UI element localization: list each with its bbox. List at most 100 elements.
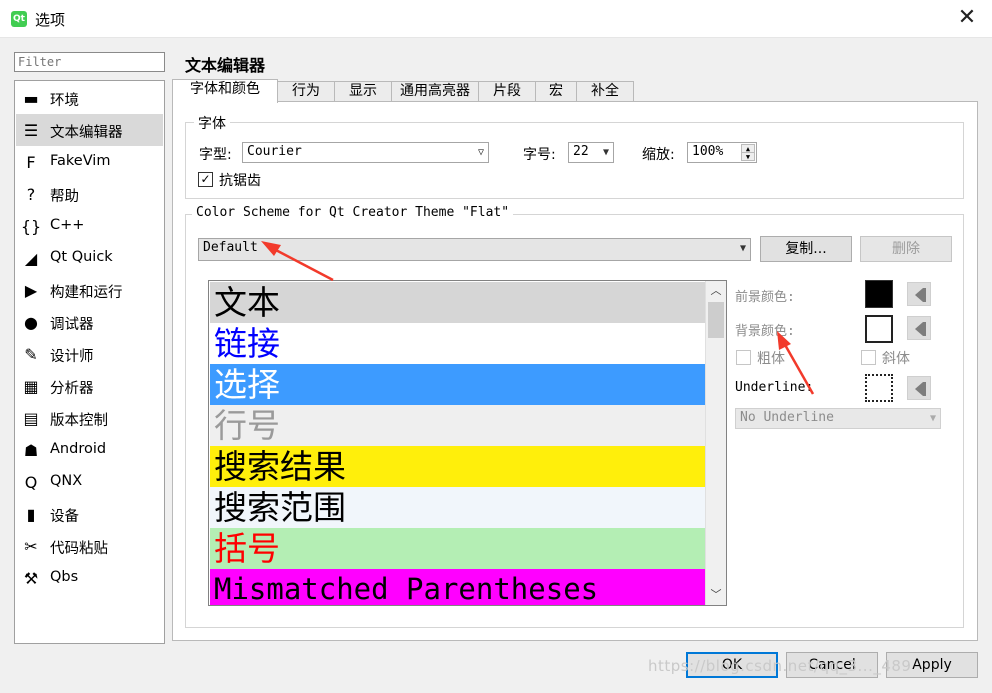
qnx-icon: Q: [24, 472, 38, 492]
debugger-icon: ●: [24, 312, 38, 332]
page-title: 文本编辑器: [185, 56, 266, 75]
tab[interactable]: 片段: [478, 81, 536, 102]
scheme-item[interactable]: 行号: [210, 405, 705, 446]
scroll-thumb[interactable]: [708, 302, 724, 338]
chevron-down-icon: ▼: [929, 413, 936, 424]
sidebar-item[interactable]: ● 调试器: [16, 306, 163, 338]
font-size-label: 字号:: [523, 147, 556, 163]
filter-input[interactable]: [14, 52, 165, 72]
hammer-icon: ⚒: [23, 568, 39, 588]
reset-arrow-icon: [915, 322, 923, 336]
foreground-swatch[interactable]: [865, 280, 893, 308]
sidebar-item[interactable]: ▮ 设备: [16, 498, 163, 530]
qt-quick-icon: ◢: [24, 248, 38, 268]
chevron-down-icon: ▽: [477, 147, 484, 158]
font-family-combo[interactable]: Courier ▽: [242, 142, 489, 163]
reset-arrow-icon: [915, 382, 923, 396]
code-paste-icon: ✂: [24, 536, 38, 556]
reset-arrow-icon: [915, 288, 923, 302]
color-scheme-value: Default: [203, 240, 258, 255]
sidebar-item[interactable]: ▶ 构建和运行: [16, 274, 163, 306]
delete-button[interactable]: 删除: [860, 236, 952, 262]
scroll-down-icon[interactable]: ﹀: [706, 585, 726, 605]
sidebar-item[interactable]: ▦ 分析器: [16, 370, 163, 402]
sidebar-item-label: 设备: [50, 509, 79, 525]
font-family-value: Courier: [247, 144, 302, 159]
sidebar-item[interactable]: F FakeVim: [16, 146, 163, 178]
italic-checkbox[interactable]: [861, 350, 876, 365]
zoom-label: 缩放:: [642, 147, 675, 163]
sidebar-item[interactable]: ☗ Android: [16, 434, 163, 466]
sidebar-item-label: Qbs: [50, 569, 79, 585]
scheme-item[interactable]: Mismatched Parentheses: [210, 569, 705, 605]
device-icon: ▮: [26, 504, 36, 524]
font-size-combo[interactable]: 22 ▼: [568, 142, 614, 163]
scheme-item[interactable]: 搜索范围: [210, 487, 705, 528]
color-scheme-combo[interactable]: Default ▼: [198, 238, 751, 261]
version-control-icon: ▤: [23, 408, 39, 428]
tab[interactable]: 通用高亮器: [391, 81, 479, 102]
scheme-item[interactable]: 括号: [210, 528, 705, 569]
reset-underline-button[interactable]: [907, 376, 931, 400]
fakevim-icon: F: [26, 152, 36, 172]
sidebar-item[interactable]: ☰ 文本编辑器: [16, 114, 163, 146]
close-icon[interactable]: ✕: [954, 5, 980, 31]
underline-label: Underline:: [735, 380, 814, 395]
sidebar-item[interactable]: ✎ 设计师: [16, 338, 163, 370]
tab[interactable]: 补全: [576, 81, 634, 102]
monitor-icon: ▬: [23, 88, 39, 108]
sidebar-item[interactable]: ◢ Qt Quick: [16, 242, 163, 274]
text-editor-icon: ☰: [23, 120, 39, 140]
scheme-item[interactable]: 搜索结果: [210, 446, 705, 487]
underline-style-combo[interactable]: No Underline ▼: [735, 408, 941, 429]
sidebar-item-label: 文本编辑器: [50, 125, 123, 141]
copy-button[interactable]: 复制...: [760, 236, 852, 262]
tab[interactable]: 行为: [277, 81, 335, 102]
sidebar-item-label: 环境: [50, 93, 79, 109]
foreground-label: 前景颜色:: [735, 290, 795, 305]
scheme-item-list[interactable]: 文本 链接 选择 行号 搜索结果 搜索范围 括号 Mismatched Parentheses…: [208, 280, 727, 606]
watermark: https://blog.csdn.net/qq_3..._489: [648, 657, 912, 675]
scrollbar[interactable]: ︿ ﹀: [705, 281, 726, 605]
spin-down-icon[interactable]: ▼: [741, 152, 755, 161]
reset-bar-icon: [923, 288, 926, 302]
scheme-item[interactable]: 链接: [210, 323, 705, 364]
sidebar-item-label: 调试器: [50, 317, 94, 333]
sidebar-item[interactable]: ⚒ Qbs: [16, 562, 163, 594]
scheme-item[interactable]: 文本: [210, 282, 705, 323]
sidebar-item-label: 分析器: [50, 381, 94, 397]
qt-logo-icon: Qt: [11, 11, 27, 27]
font-family-label: 字型:: [199, 147, 232, 163]
sidebar-item-label: 构建和运行: [50, 285, 123, 301]
bold-checkbox[interactable]: [736, 350, 751, 365]
sidebar-item[interactable]: ✂ 代码粘贴: [16, 530, 163, 562]
sidebar-item[interactable]: Q QNX: [16, 466, 163, 498]
background-swatch[interactable]: [865, 315, 893, 343]
reset-bar-icon: [923, 382, 926, 396]
font-group-title: 字体: [194, 113, 230, 133]
designer-icon: ✎: [24, 344, 38, 364]
android-icon: ☗: [23, 440, 39, 460]
color-scheme-title: Color Scheme for Qt Creator Theme "Flat": [192, 205, 514, 220]
chevron-down-icon: ▼: [602, 147, 609, 158]
scheme-item[interactable]: 选择: [210, 364, 705, 405]
tab[interactable]: 宏: [535, 81, 577, 102]
reset-background-button[interactable]: [907, 316, 931, 340]
sidebar-item[interactable]: {} C++: [16, 210, 163, 242]
sidebar-item[interactable]: ? 帮助: [16, 178, 163, 210]
antialias-label: 抗锯齿: [219, 173, 261, 189]
tab[interactable]: 字体和颜色: [172, 79, 278, 103]
sidebar-item-label: C++: [50, 217, 85, 233]
tab[interactable]: 显示: [334, 81, 392, 102]
sidebar-item-label: FakeVim: [50, 153, 111, 169]
braces-icon: {}: [20, 216, 42, 236]
sidebar-item[interactable]: ▬ 环境: [16, 82, 163, 114]
zoom-spinbox[interactable]: 100% ▲ ▼: [687, 142, 757, 163]
scroll-up-icon[interactable]: ︿: [706, 281, 726, 301]
sidebar-item-label: 设计师: [50, 349, 94, 365]
underline-color-swatch[interactable]: [865, 374, 893, 402]
reset-foreground-button[interactable]: [907, 282, 931, 306]
sidebar-item[interactable]: ▤ 版本控制: [16, 402, 163, 434]
antialias-checkbox[interactable]: ✓: [198, 172, 213, 187]
font-size-value: 22: [573, 144, 589, 159]
